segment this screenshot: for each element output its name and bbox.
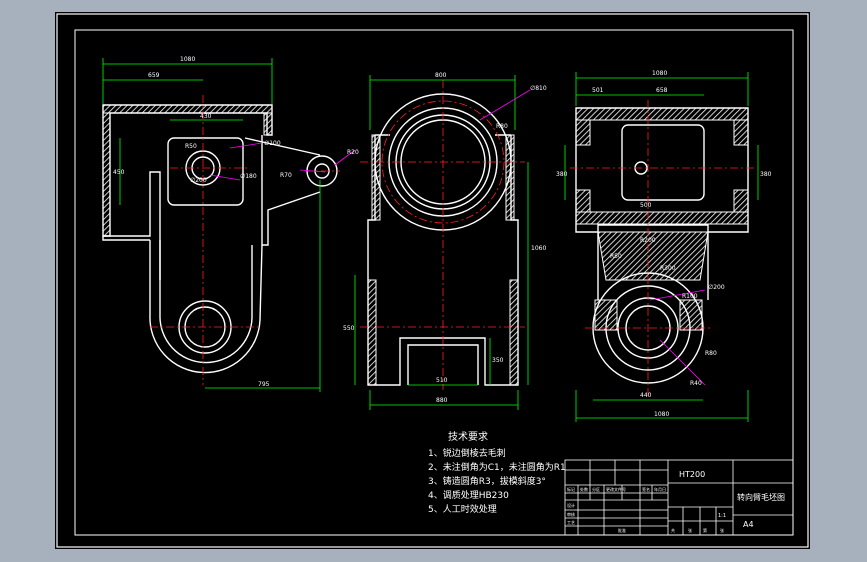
tech-item-4: 4、调质处理HB230 bbox=[428, 489, 509, 501]
note-right-c: R300 bbox=[660, 265, 676, 272]
middle-hatch-l bbox=[367, 279, 377, 386]
title-sheet-size: A4 bbox=[743, 520, 754, 529]
left-hatch-top bbox=[102, 104, 273, 114]
title-scale: 1:1 bbox=[718, 513, 726, 519]
sign-label-change: 更改文件号 bbox=[606, 486, 626, 492]
note-right-a: R200 bbox=[640, 237, 656, 244]
right-hatch-bl bbox=[575, 189, 591, 213]
note-left-r3: ∅180 bbox=[240, 173, 257, 180]
note-left-r1: R50 bbox=[185, 143, 197, 150]
title-drawing-name: 转向臂毛坯图 bbox=[737, 492, 785, 502]
sign-label-signature: 签名 bbox=[642, 486, 650, 492]
right-hatch-r bbox=[733, 119, 749, 146]
note-left-r2: ∅100 bbox=[264, 140, 281, 147]
note-right-g: R40 bbox=[690, 380, 702, 387]
dim-mid-bottom: 880 bbox=[436, 397, 448, 404]
cad-drawing: 1080 659 430 795 450 R50 ∅100 ∅180 R70 R… bbox=[55, 12, 810, 549]
title-material: HT200 bbox=[679, 470, 705, 479]
row-label-process: 工艺 bbox=[567, 520, 575, 525]
right-boss-hatch-l bbox=[594, 299, 618, 331]
note-left-r5: R20 bbox=[347, 149, 359, 156]
dim-right-bottom: 440 bbox=[640, 392, 652, 399]
row-label-design: 设计 bbox=[567, 502, 575, 508]
dim-left-inner: 430 bbox=[200, 113, 212, 120]
dim-left-offset: 659 bbox=[148, 72, 160, 79]
tech-item-3: 3、铸造圆角R3，拔模斜度3° bbox=[428, 475, 546, 487]
note-left-r6: ∅200 bbox=[190, 177, 207, 184]
middle-hatch-tr bbox=[505, 134, 515, 221]
dim-right-right: 658 bbox=[656, 87, 668, 94]
dim-right-bottom-overall: 1080 bbox=[654, 411, 669, 418]
middle-hatch-tl bbox=[371, 134, 381, 221]
bottom-label-no: 第 bbox=[703, 527, 707, 533]
note-right-e: ∅200 bbox=[708, 284, 725, 291]
sign-label-date: 年月日 bbox=[654, 486, 666, 492]
note-left-r4: R70 bbox=[280, 172, 292, 179]
dim-left-overall: 1080 bbox=[180, 56, 195, 63]
dim-mid-h-right: 1060 bbox=[531, 245, 546, 252]
tech-item-1: 1、锐边倒棱去毛刺 bbox=[428, 447, 506, 459]
tech-title: 技术要求 bbox=[448, 430, 488, 443]
dim-right-inner: 500 bbox=[640, 202, 652, 209]
dim-mid-dia: ∅810 bbox=[530, 85, 547, 92]
row-label-review: 审核 bbox=[567, 511, 575, 517]
sign-label-zone: 分区 bbox=[592, 486, 600, 492]
note-right-b: R50 bbox=[610, 253, 622, 260]
middle-hatch-r bbox=[509, 279, 519, 386]
dim-left-bottom: 795 bbox=[258, 381, 270, 388]
dim-mid-h-small: 350 bbox=[492, 357, 504, 364]
right-hatch-top bbox=[575, 107, 749, 121]
note-right-d: R100 bbox=[682, 293, 698, 300]
bottom-label-total: 共 bbox=[671, 527, 675, 533]
note-right-f: R80 bbox=[705, 350, 717, 357]
bottom-label-sheets2: 张 bbox=[720, 527, 724, 533]
dim-mid-top: 800 bbox=[435, 72, 447, 79]
bottom-label-sheets1: 张 bbox=[688, 527, 692, 533]
dim-mid-h-left: 550 bbox=[343, 325, 355, 332]
dim-right-h-left: 380 bbox=[556, 171, 568, 178]
tech-item-2: 2、未注倒角为C1，未注圆角为R1 bbox=[428, 461, 566, 473]
sign-label-count: 处数 bbox=[580, 486, 588, 492]
right-boss-hatch-r bbox=[679, 299, 703, 331]
right-hatch-bottom bbox=[575, 211, 749, 225]
right-hatch-br bbox=[733, 189, 749, 213]
tech-item-5: 5、人工时效处理 bbox=[428, 503, 497, 515]
dim-right-h-right: 380 bbox=[760, 171, 772, 178]
right-hatch-l bbox=[575, 119, 591, 146]
row-label-mark: 标记 bbox=[567, 486, 575, 492]
dim-right-left: 501 bbox=[592, 87, 604, 94]
left-hatch-right bbox=[263, 112, 273, 136]
left-hatch-left bbox=[102, 112, 111, 237]
dim-mid-slot: 510 bbox=[436, 377, 448, 384]
dim-left-height: 450 bbox=[113, 169, 125, 176]
note-mid-diag: R80 bbox=[496, 123, 508, 130]
bottom-label-approve: 批准 bbox=[618, 527, 626, 533]
dim-right-overall: 1080 bbox=[652, 70, 667, 77]
